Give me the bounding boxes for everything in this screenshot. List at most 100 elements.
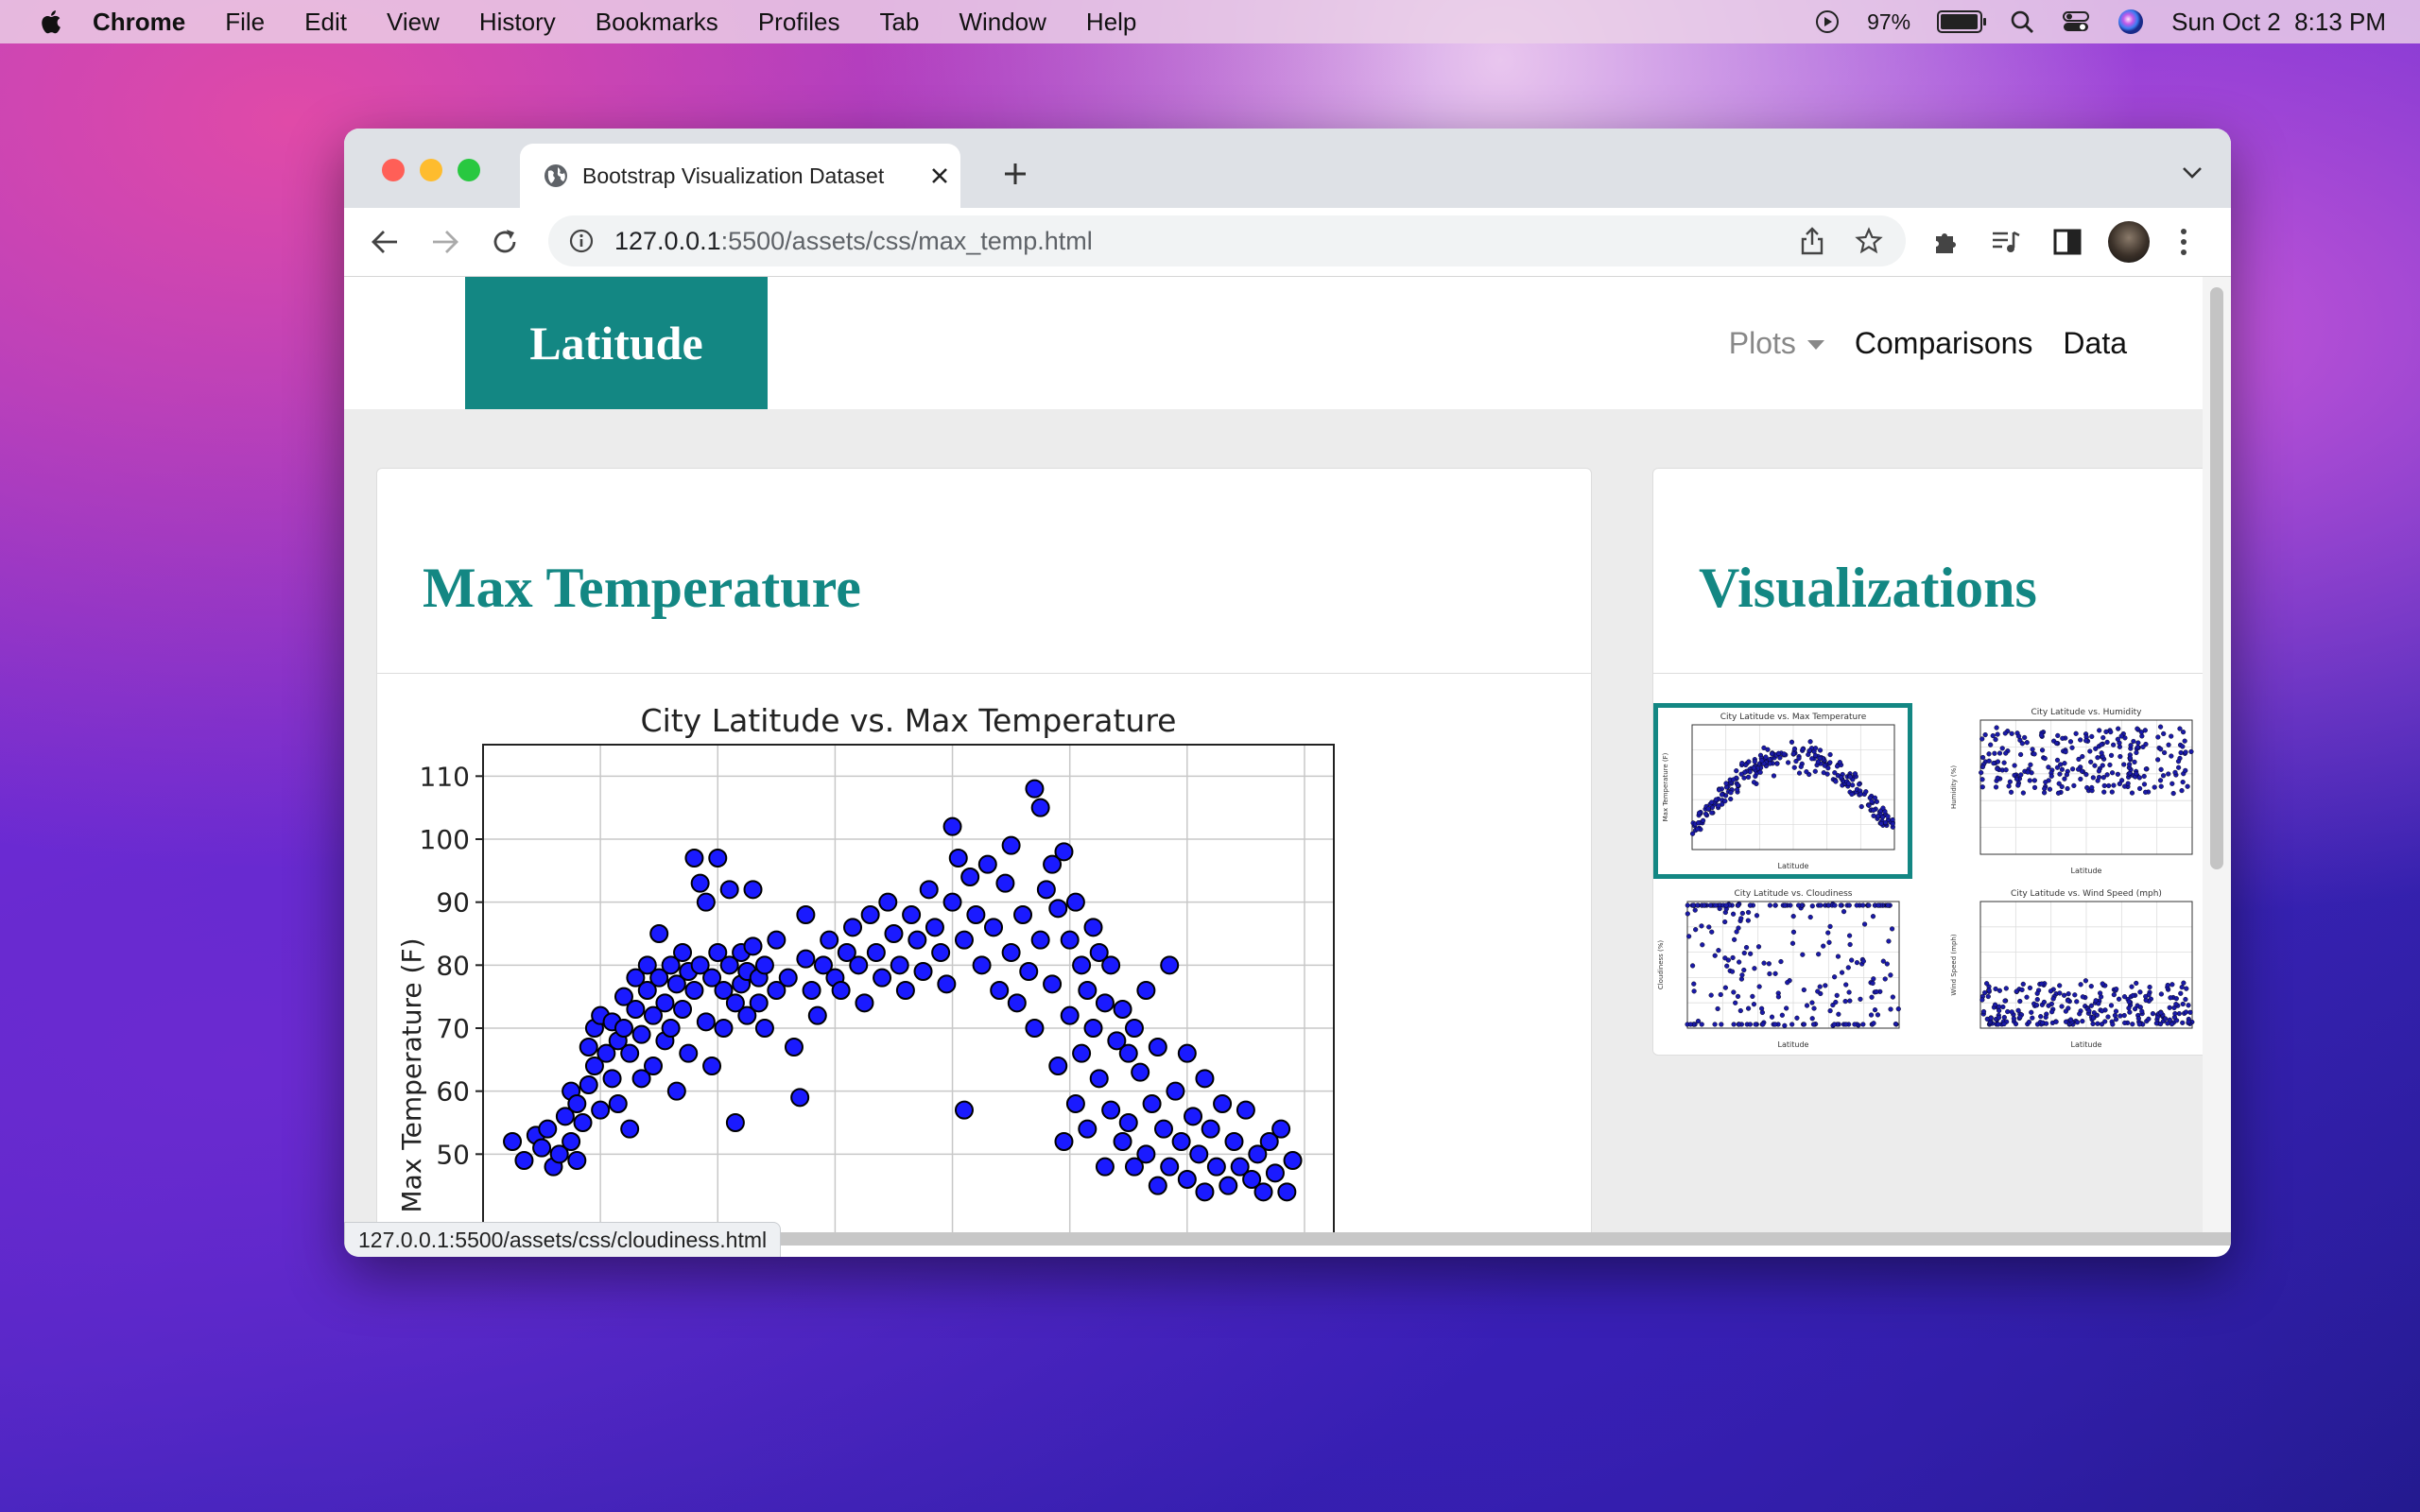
thumbnail-point	[1809, 1016, 1815, 1022]
nav-comparisons[interactable]: Comparisons	[1855, 326, 2033, 361]
profile-avatar[interactable]	[2108, 221, 2150, 263]
thumbnail-point	[2141, 782, 2148, 787]
data-point	[1177, 1170, 1197, 1189]
thumbnail-point	[1872, 1007, 1878, 1013]
thumbnail-point	[2092, 763, 2098, 768]
thumbnail-point	[2155, 734, 2161, 740]
thumbnail-point	[1737, 1007, 1743, 1014]
data-point	[1043, 974, 1063, 994]
thumbnail-point	[2083, 978, 2089, 984]
thumbnail-point	[2158, 991, 2164, 997]
thumbnail-point	[2001, 1021, 2007, 1027]
menu-bookmarks[interactable]: Bookmarks	[596, 8, 718, 37]
menu-help[interactable]: Help	[1086, 8, 1136, 37]
back-arrow-icon[interactable]	[371, 229, 399, 255]
thumbnail-point	[2065, 998, 2071, 1004]
nav-data[interactable]: Data	[2063, 326, 2127, 361]
thumbnail-point	[2179, 985, 2185, 990]
menu-view[interactable]: View	[387, 8, 440, 37]
screen-recording-icon[interactable]	[1814, 9, 1841, 35]
site-brand[interactable]: Latitude	[465, 277, 768, 409]
close-window-button[interactable]	[382, 159, 405, 181]
thumbnail-point	[2011, 1016, 2016, 1022]
thumbnail-point	[1760, 1022, 1766, 1027]
data-point	[960, 868, 980, 886]
share-icon[interactable]	[1800, 227, 1824, 255]
menu-file[interactable]: File	[225, 8, 265, 37]
thumbnail-point	[1888, 1006, 1893, 1012]
minimize-window-button[interactable]	[420, 159, 442, 181]
close-tab-icon[interactable]	[930, 166, 949, 185]
media-queue-icon[interactable]	[1991, 229, 2021, 255]
thumbnail-humidity[interactable]: City Latitude vs. Humidity Latitude Humidi…	[1946, 703, 2203, 879]
thumbnail-point	[2080, 994, 2085, 1000]
zoom-window-button[interactable]	[458, 159, 480, 181]
thumbnail-point	[2095, 1021, 2100, 1026]
extensions-puzzle-icon[interactable]	[1932, 227, 1961, 255]
thumbnail-point	[2118, 733, 2124, 739]
bookmark-star-icon[interactable]	[1855, 227, 1883, 255]
thumbnail-point	[2169, 733, 2174, 739]
menu-profiles[interactable]: Profiles	[758, 8, 840, 37]
menu-app-chrome[interactable]: Chrome	[93, 8, 185, 37]
thumbnail-point	[2049, 1009, 2055, 1015]
battery-icon[interactable]	[1937, 10, 1987, 33]
thumbnail-point	[2030, 1015, 2035, 1021]
address-bar[interactable]: 127.0.0.1:5500/assets/css/max_temp.html	[548, 215, 1906, 266]
thumbnail-point	[1706, 924, 1712, 930]
menu-edit[interactable]: Edit	[304, 8, 347, 37]
thumbnail-point	[1885, 902, 1891, 908]
thumbnail-point	[2186, 1003, 2191, 1008]
browser-tab-active[interactable]: Bootstrap Visualization Dataset	[520, 144, 960, 208]
thumbnail-point	[1693, 927, 1699, 933]
tab-search-chevron-icon[interactable]	[2182, 166, 2203, 180]
menu-window[interactable]: Window	[959, 8, 1046, 37]
more-options-icon[interactable]	[2178, 227, 2189, 257]
thumbnail-point	[2027, 985, 2033, 990]
thumbnail-point	[2029, 1009, 2034, 1015]
data-point	[866, 943, 886, 962]
thumbnail-point	[2018, 772, 2024, 778]
thumbnail-point	[1988, 742, 1994, 747]
siri-icon[interactable]	[2117, 8, 2145, 36]
thumbnail-point	[1769, 1014, 1775, 1020]
thumbnail-cloudiness[interactable]: City Latitude vs. Cloudiness Latitude Clou…	[1653, 885, 1912, 1053]
apple-icon[interactable]	[38, 8, 66, 36]
thumbnail-point	[2187, 1009, 2193, 1015]
side-panel-icon[interactable]	[2053, 229, 2082, 255]
vertical-scrollbar-thumb[interactable]	[2210, 287, 2223, 869]
nav-plots-dropdown[interactable]: Plots	[1729, 326, 1824, 361]
data-point	[1089, 1069, 1109, 1089]
search-icon[interactable]	[2009, 9, 2035, 35]
thumbnail-point	[2180, 1020, 2186, 1025]
thumbnail-point	[2180, 779, 2186, 785]
thumbnail-point	[2055, 790, 2062, 796]
thumbnail-wind-speed[interactable]: City Latitude vs. Wind Speed (mph) Latitu…	[1946, 885, 2203, 1053]
thumbnail-point	[2072, 992, 2078, 998]
menubar-clock[interactable]: Sun Oct 2 8:13 PM	[2171, 8, 2386, 37]
new-tab-icon[interactable]	[1002, 161, 1028, 187]
data-point	[644, 1057, 663, 1075]
data-point	[684, 849, 704, 868]
thumbnail-max-temperature[interactable]: City Latitude vs. Max Temperature Latitud…	[1653, 703, 1912, 879]
data-point	[1048, 899, 1068, 919]
thumbnail-point	[1841, 909, 1847, 915]
thumbnail-point	[2034, 990, 2040, 996]
forward-arrow-icon[interactable]	[431, 229, 459, 255]
control-center-icon[interactable]	[2062, 9, 2090, 35]
menu-history[interactable]: History	[479, 8, 556, 37]
thumbnail-point	[1722, 919, 1728, 925]
thumbnail-point	[1874, 988, 1879, 995]
thumbnail-title: City Latitude vs. Max Temperature	[1720, 713, 1867, 722]
menu-tab[interactable]: Tab	[880, 8, 920, 37]
reload-icon[interactable]	[490, 227, 520, 257]
thumbnail-point	[1845, 965, 1851, 971]
data-point	[778, 968, 798, 988]
thumbnail-point	[1722, 799, 1728, 804]
site-info-icon[interactable]	[569, 229, 594, 253]
thumbnail-point	[2109, 789, 2115, 795]
horizontal-scrollbar-thumb[interactable]	[666, 1232, 2231, 1246]
thumbnail-point	[2141, 773, 2147, 780]
thumbnail-point	[2078, 982, 2083, 988]
data-point	[1177, 1043, 1197, 1063]
